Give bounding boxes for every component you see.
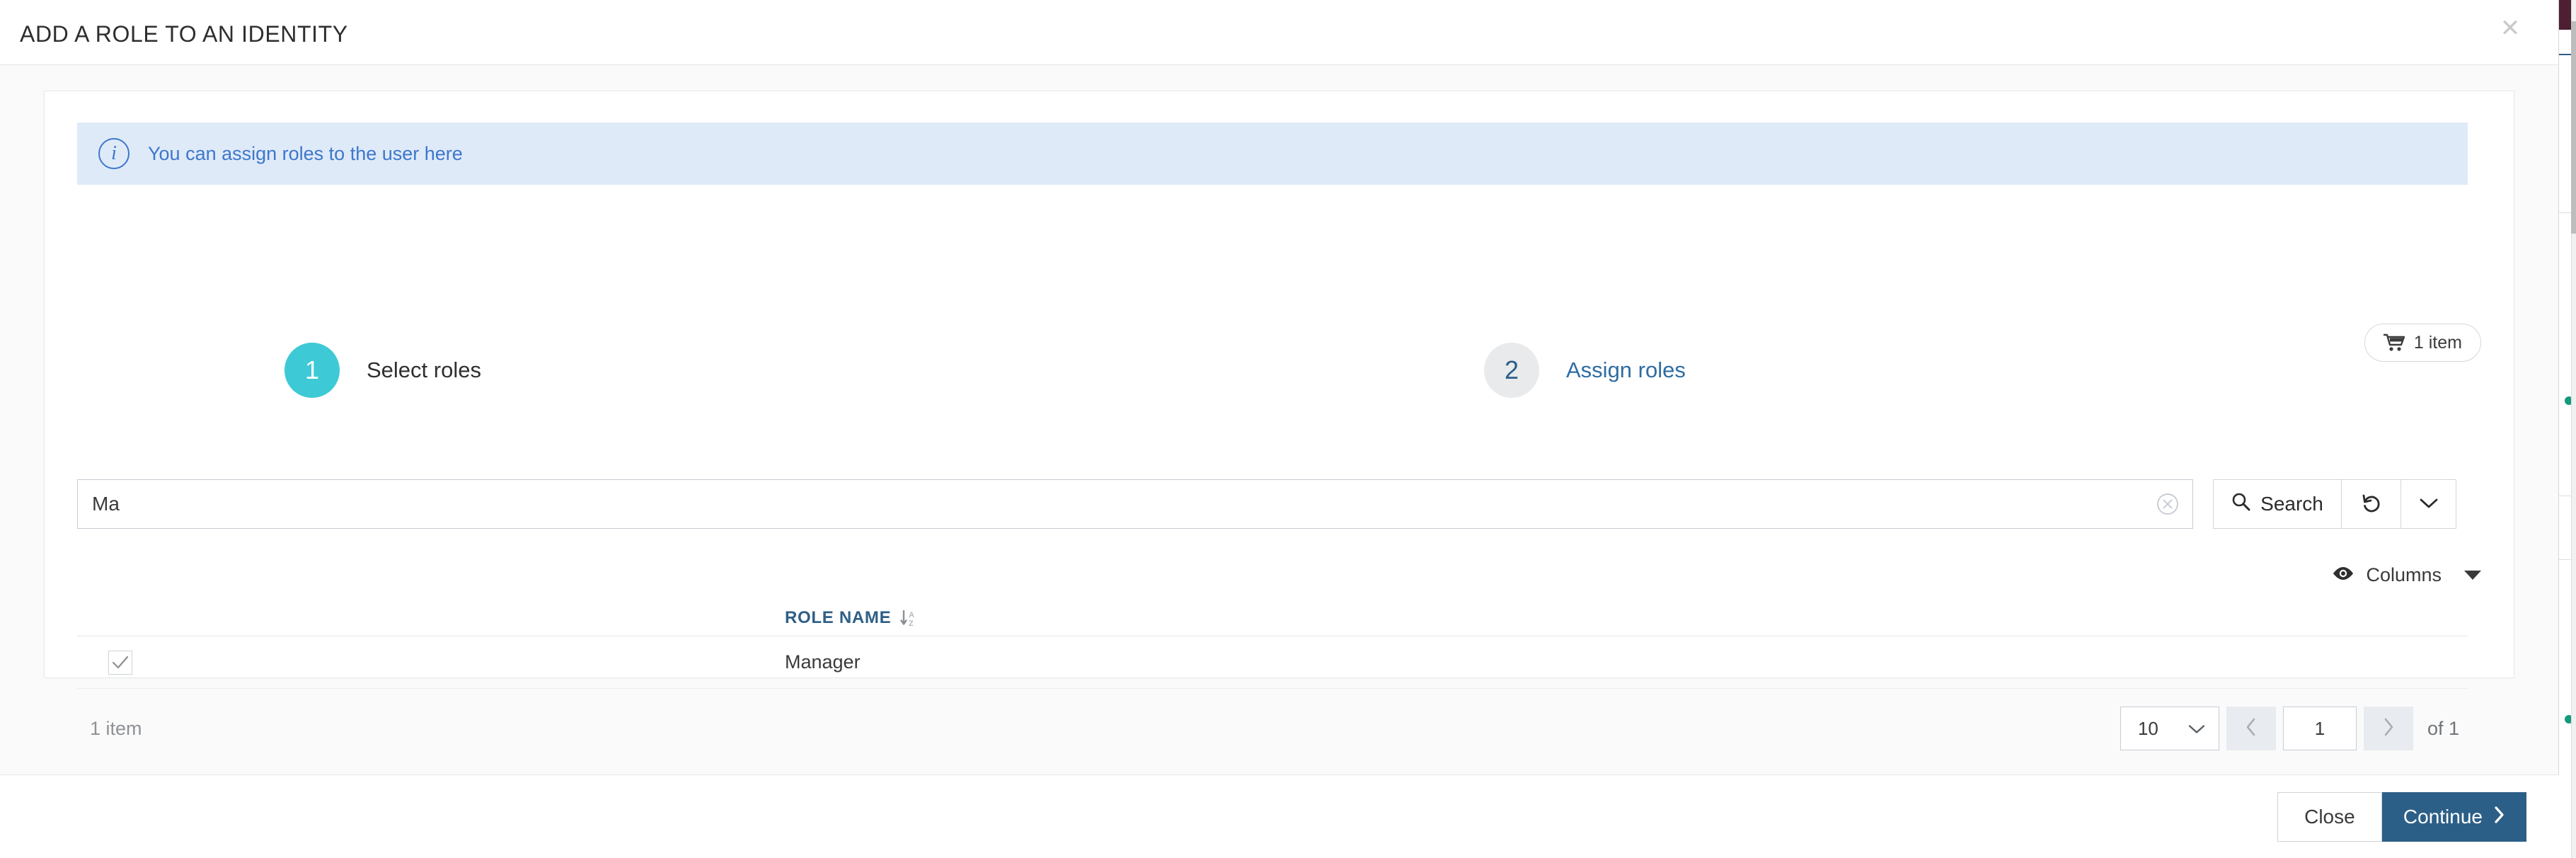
roles-table: ROLE NAME A Z Manager — [77, 600, 2468, 689]
page-title: ADD A ROLE TO AN IDENTITY — [20, 21, 348, 47]
modal-body: i You can assign roles to the user here … — [0, 65, 2558, 774]
step-select-roles[interactable]: 1 Select roles — [284, 343, 481, 398]
row-checkbox[interactable] — [108, 650, 132, 675]
reset-arrow-icon — [2361, 493, 2382, 516]
total-pages-label: of 1 — [2427, 717, 2459, 739]
content-panel: i You can assign roles to the user here … — [44, 91, 2514, 750]
table-header-row: ROLE NAME A Z — [77, 600, 2468, 636]
clear-circle-icon[interactable] — [2156, 492, 2180, 516]
chevron-down-icon — [2419, 497, 2439, 512]
step-label: Select roles — [367, 358, 481, 382]
item-count-label: 1 item — [90, 717, 142, 739]
info-circle-icon: i — [98, 138, 130, 169]
step-number-badge: 1 — [284, 343, 340, 398]
column-header-role-name[interactable]: ROLE NAME A Z — [785, 608, 918, 628]
next-page-button[interactable] — [2363, 707, 2413, 750]
columns-button[interactable]: Columns — [2332, 564, 2481, 586]
search-options-button[interactable] — [2401, 479, 2456, 529]
svg-text:A: A — [909, 611, 915, 619]
step-label[interactable]: Assign roles — [1566, 358, 1686, 383]
modal-header: ADD A ROLE TO AN IDENTITY ✕ — [0, 0, 2558, 65]
search-input[interactable] — [78, 480, 2192, 528]
chevron-left-icon — [2245, 717, 2258, 740]
search-row: Search — [77, 479, 2468, 529]
table-cell-role-name: Manager — [785, 651, 861, 673]
page-number-input[interactable] — [2282, 707, 2357, 750]
page-scrollbar-thumb[interactable] — [2571, 21, 2576, 234]
background-page-sliver — [2559, 0, 2576, 858]
table-row[interactable]: Manager — [77, 636, 2468, 689]
step-number-badge: 2 — [1484, 343, 1539, 398]
caret-down-icon — [2464, 571, 2481, 580]
column-header-role-name-label: ROLE NAME — [785, 607, 892, 627]
pagination: 10 1 of 1 — [2120, 707, 2468, 750]
page-size-select[interactable]: 10 — [2120, 707, 2219, 750]
table-cell-select — [77, 650, 785, 675]
step-assign-roles[interactable]: 2 Assign roles — [1484, 343, 1686, 398]
continue-button[interactable]: Continue — [2381, 792, 2526, 842]
footer-actions: Close Continue — [2277, 792, 2526, 842]
eye-icon — [2332, 566, 2354, 585]
chevron-right-icon — [2492, 806, 2505, 829]
modal-footer: Close Continue — [0, 774, 2559, 858]
search-button-group: Search — [2213, 479, 2456, 529]
sort-az-icon: A Z — [899, 609, 918, 627]
columns-label: Columns — [2366, 564, 2442, 585]
magnifier-icon — [2231, 492, 2250, 516]
info-banner-message: You can assign roles to the user here — [148, 142, 463, 164]
info-banner: i You can assign roles to the user here — [77, 122, 2468, 185]
search-button-label: Search — [2260, 493, 2323, 515]
reset-search-button[interactable] — [2342, 479, 2401, 529]
search-input-wrapper — [77, 479, 2193, 529]
checkmark-icon — [112, 656, 129, 668]
prev-page-button[interactable] — [2226, 707, 2276, 750]
close-button[interactable]: Close — [2277, 792, 2382, 842]
svg-text:Z: Z — [909, 619, 914, 627]
search-button[interactable]: Search — [2213, 479, 2342, 529]
chevron-down-icon — [2187, 718, 2206, 740]
page-scrollbar[interactable] — [2571, 0, 2576, 858]
add-role-modal: ADD A ROLE TO AN IDENTITY ✕ i You can as… — [0, 0, 2559, 858]
continue-button-label: Continue — [2403, 806, 2483, 828]
wizard-stepper: 1 Select roles 2 Assign roles — [77, 343, 2468, 421]
chevron-right-icon — [2382, 717, 2395, 740]
table-footer: 1 item 10 1 of 1 — [77, 700, 2468, 757]
page-size-value: 10 — [2137, 717, 2158, 739]
close-icon[interactable]: ✕ — [2495, 13, 2526, 44]
